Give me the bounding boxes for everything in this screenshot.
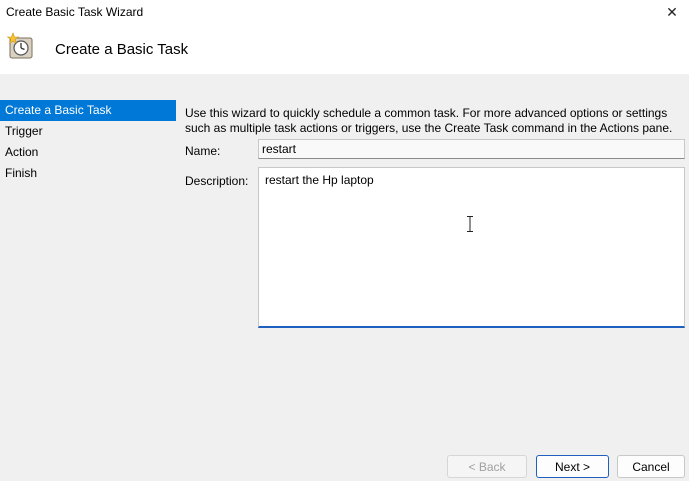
- next-button[interactable]: Next >: [536, 455, 609, 478]
- back-button[interactable]: < Back: [447, 455, 527, 478]
- page-title: Create a Basic Task: [55, 41, 189, 58]
- name-input[interactable]: [258, 139, 685, 159]
- window-title: Create Basic Task Wizard: [6, 5, 144, 19]
- close-icon: ✕: [666, 3, 678, 20]
- task-clock-icon: [6, 32, 33, 59]
- cancel-button[interactable]: Cancel: [617, 455, 685, 478]
- nav-step-action[interactable]: Action: [0, 142, 176, 163]
- wizard-steps-nav: Create a Basic Task Trigger Action Finis…: [0, 100, 176, 190]
- name-label: Name:: [185, 144, 221, 158]
- text-cursor-icon: [467, 216, 473, 232]
- title-bar: Create Basic Task Wizard ✕: [0, 0, 689, 24]
- wizard-content: Use this wizard to quickly schedule a co…: [185, 106, 680, 136]
- wizard-header: Create a Basic Task: [0, 24, 689, 74]
- nav-step-create-basic-task[interactable]: Create a Basic Task: [0, 100, 176, 121]
- nav-step-trigger[interactable]: Trigger: [0, 121, 176, 142]
- intro-text: Use this wizard to quickly schedule a co…: [185, 106, 673, 135]
- description-label: Description:: [185, 174, 249, 188]
- nav-step-finish[interactable]: Finish: [0, 163, 176, 184]
- description-input[interactable]: restart the Hp laptop: [258, 167, 685, 328]
- close-button[interactable]: ✕: [655, 0, 689, 24]
